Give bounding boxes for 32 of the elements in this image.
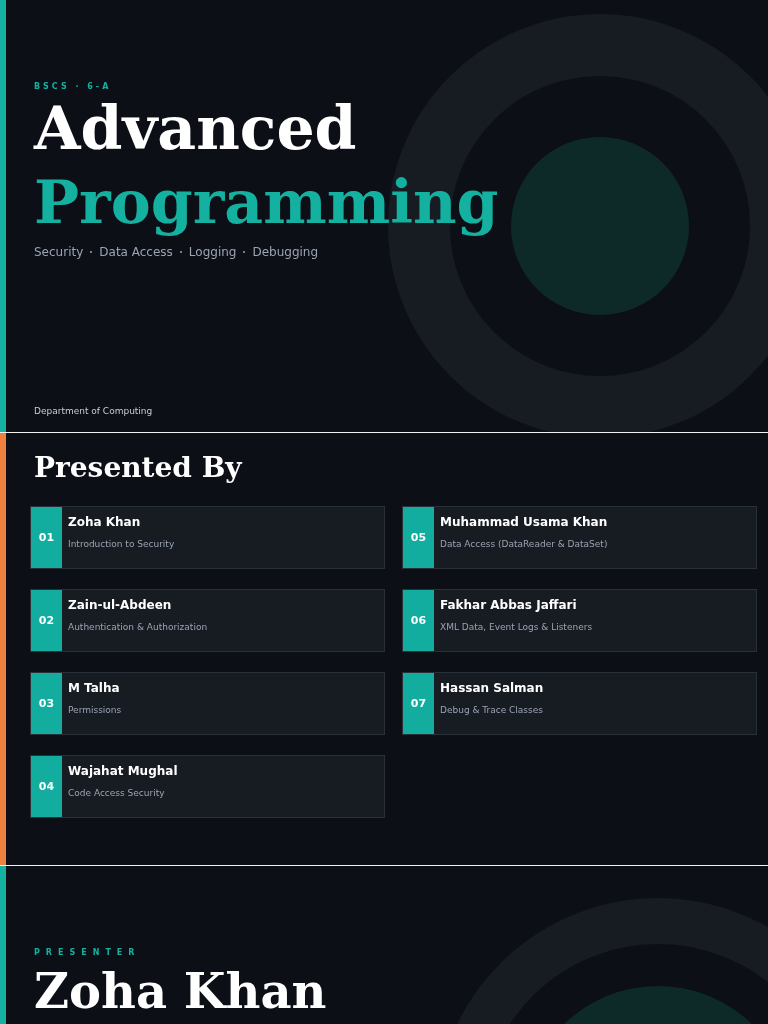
department-label: Department of Computing — [34, 406, 154, 416]
number-label: 07 — [403, 673, 434, 734]
topic-label: Security — [34, 245, 84, 259]
topic-label: Debugging — [252, 245, 319, 259]
number-label: 05 — [403, 507, 434, 568]
presenter-name: Wajahat Mughal — [68, 764, 178, 778]
presenter-name: M Talha — [68, 681, 121, 695]
presenter-topic: Debug & Trace Classes — [440, 705, 544, 715]
number-label: 01 — [31, 507, 62, 568]
course-label: BSCS · 6-A — [34, 82, 113, 91]
topic-label: Logging — [188, 245, 237, 259]
presenter-name: Zoha Khan — [68, 515, 142, 529]
presenter-name-title: Zoha Khan — [34, 962, 327, 1021]
number-label: 03 — [31, 673, 62, 734]
presenter-topic: Code Access Security — [68, 788, 166, 798]
presenter-name: Zain-ul-Abdeen — [68, 598, 173, 612]
presenter-topic: XML Data, Event Logs & Listeners — [440, 622, 593, 632]
presenter-name: Hassan Salman — [440, 681, 544, 695]
title-text-accent: Programming — [34, 166, 500, 239]
number-label: 06 — [403, 590, 434, 651]
slide-heading: Presented By — [34, 451, 244, 484]
presenter-topic: Introduction to Security — [68, 539, 175, 549]
presenter-name: Fakhar Abbas Jaffari — [440, 598, 578, 612]
presenter-topic: Authentication & Authorization — [68, 622, 208, 632]
topic-label: Data Access — [99, 245, 173, 259]
section-label: PRESENTER — [34, 948, 142, 957]
presenter-topic: Permissions — [68, 705, 122, 715]
presenter-topic: Data Access (DataReader & DataSet) — [440, 539, 608, 549]
title-text: Advanced — [34, 92, 358, 165]
number-label: 02 — [31, 590, 62, 651]
presenter-name: Muhammad Usama Khan — [440, 515, 608, 529]
number-label: 04 — [31, 756, 62, 817]
